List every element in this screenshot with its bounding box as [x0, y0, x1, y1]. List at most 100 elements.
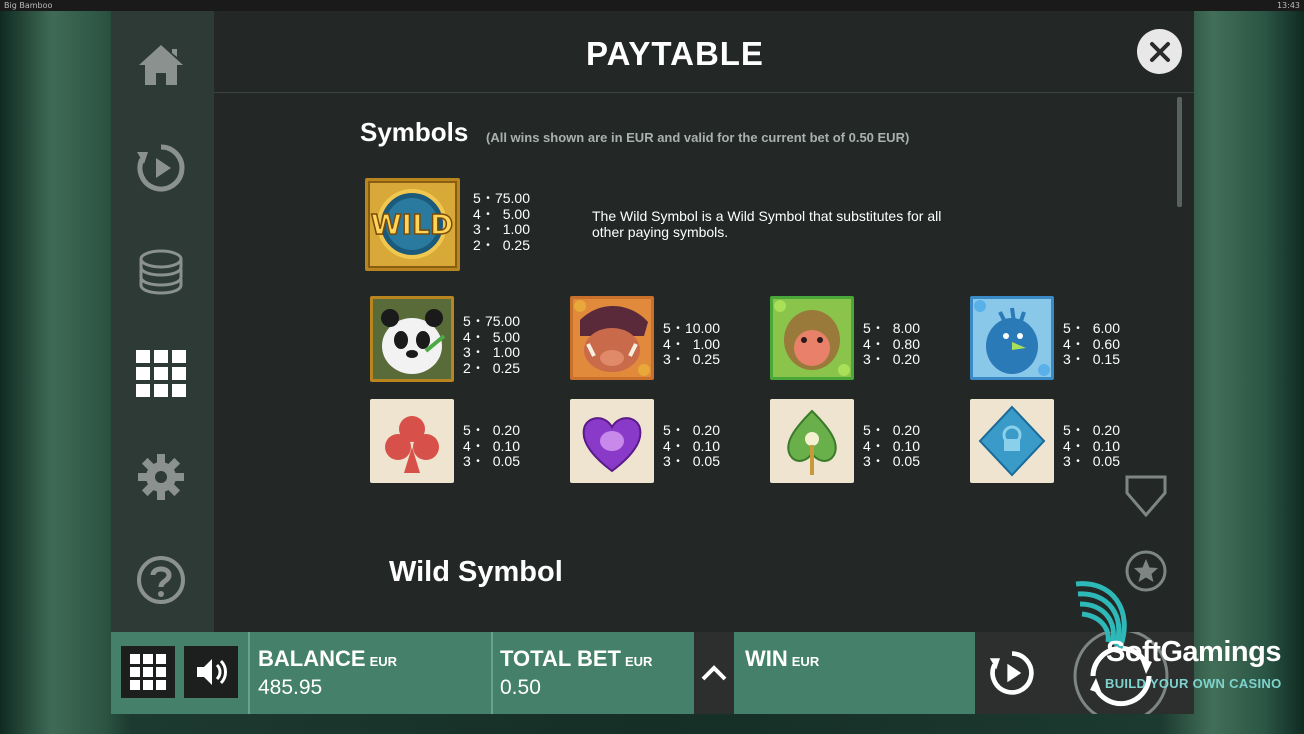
pay-value: 1.00 — [492, 344, 520, 361]
bet-increase-button[interactable] — [694, 632, 734, 714]
pay-value: 0.25 — [692, 351, 720, 368]
symbol-bird — [970, 296, 1054, 380]
pay-row: 4 • 5.00 — [463, 328, 520, 346]
autoplay-button[interactable] — [975, 632, 1048, 714]
sidebar-item-bet[interactable] — [133, 243, 189, 299]
balance-label: BALANCE — [258, 646, 366, 671]
sidebar — [111, 11, 214, 632]
pay-row: 4 • 0.10 — [863, 437, 920, 455]
total-bet-value: 0.50 — [500, 676, 541, 699]
pay-count: 5 — [1063, 422, 1071, 438]
bird-symbol-art — [970, 296, 1054, 380]
pay-bullet: • — [1076, 323, 1080, 334]
coins-icon — [139, 249, 183, 295]
diamond-symbol-art — [970, 399, 1054, 483]
pay-count: 3 — [1063, 453, 1071, 470]
pay-count: 4 — [463, 437, 471, 454]
total-bet-box[interactable]: TOTAL BET EUR 0.50 — [492, 632, 692, 714]
balance-value: 485.95 — [258, 676, 323, 699]
club-symbol-art — [370, 399, 454, 483]
close-button[interactable] — [1137, 29, 1182, 74]
pay-value: 0.20 — [492, 422, 520, 438]
window-title: Big Bamboo — [4, 1, 53, 10]
pay-count: 4 — [663, 437, 671, 454]
pay-row: 5 • 0.20 — [463, 422, 520, 439]
sidebar-item-help[interactable] — [133, 552, 189, 608]
help-icon — [137, 556, 185, 604]
sound-button[interactable] — [184, 646, 238, 698]
symbol-boar — [570, 296, 654, 380]
pay-bullet: • — [476, 362, 480, 374]
pay-count: 3 — [663, 453, 671, 470]
pay-value: 1.00 — [502, 221, 530, 238]
chevron-up-icon — [701, 665, 727, 681]
pay-value: 0.25 — [502, 236, 530, 253]
pay-row: 3 • 0.05 — [1063, 454, 1120, 470]
pay-bullet: • — [876, 354, 880, 366]
pay-row: 4 • 0.60 — [1063, 336, 1120, 353]
pay-row: 3 • 1.00 — [473, 222, 530, 238]
sidebar-item-autoplay[interactable] — [133, 140, 189, 196]
bottom-bar: BALANCE EUR 485.95 TOTAL BET EUR 0.50 WIN E… — [111, 628, 1194, 724]
pay-row: 4 • 0.80 — [863, 336, 920, 353]
symbol-panda — [370, 296, 454, 382]
pay-row: 5 • 75.00 — [473, 190, 530, 207]
pay-row: 4 • 0.10 — [663, 437, 720, 455]
pay-value: 10.00 — [684, 320, 720, 336]
pay-value: 0.05 — [892, 453, 920, 470]
wild-symbol-art: WILD — [365, 178, 460, 271]
pay-bullet: • — [876, 440, 880, 452]
paytable-bird: 5 • 6.00 4 • 0.60 3 • 0.15 — [1063, 320, 1120, 368]
sidebar-item-paytable[interactable] — [133, 345, 189, 401]
balance-box: BALANCE EUR 485.95 — [250, 632, 490, 714]
pay-row: 5 • 6.00 — [1063, 320, 1120, 337]
pay-count: 4 — [663, 335, 671, 352]
menu-button[interactable] — [121, 646, 175, 698]
pay-row: 3 • 1.00 — [463, 345, 520, 361]
pay-bullet: • — [676, 456, 680, 468]
pay-value: 75.00 — [484, 313, 520, 329]
paytable-heart: 5 • 0.20 4 • 0.10 3 • 0.05 — [663, 422, 720, 470]
pay-count: 4 — [863, 437, 871, 454]
pay-count: 3 — [1063, 351, 1071, 368]
pay-count: 4 — [463, 328, 471, 345]
pay-bullet: • — [876, 456, 880, 468]
pay-row: 3 • 0.15 — [1063, 352, 1120, 368]
paytable-scroll-down-button[interactable] — [1123, 473, 1169, 519]
symbol-diamond — [970, 399, 1054, 483]
pay-value: 0.25 — [492, 359, 520, 376]
pay-count: 5 — [1063, 320, 1071, 336]
pay-row: 3 • 0.05 — [463, 454, 520, 470]
pay-value: 0.15 — [1092, 351, 1120, 368]
symbol-wild: WILD — [365, 178, 460, 271]
pay-row: 2 • 0.25 — [473, 236, 530, 254]
pay-bullet: • — [486, 193, 490, 204]
pay-count: 5 — [663, 422, 671, 438]
pay-bullet: • — [1076, 354, 1080, 366]
pay-bullet: • — [676, 323, 680, 334]
sidebar-item-home[interactable] — [133, 37, 189, 93]
autoplay-icon — [989, 651, 1034, 695]
sidebar-item-settings[interactable] — [133, 449, 189, 505]
pay-count: 5 — [463, 422, 471, 438]
section-title-symbols: Symbols — [360, 117, 469, 147]
pay-count: 3 — [863, 351, 871, 368]
pay-count: 3 — [463, 344, 471, 361]
pay-count: 2 — [473, 236, 481, 253]
window-clock: 13:43 — [1276, 1, 1300, 10]
pay-bullet: • — [676, 440, 680, 452]
symbol-monkey — [770, 296, 854, 380]
section-note: (All wins shown are in EUR and valid for… — [486, 130, 910, 145]
pay-bullet: • — [476, 331, 480, 343]
paytable-panel: PAYTABLE Symbols (All wins shown are in … — [214, 11, 1194, 632]
scrollbar[interactable] — [1177, 97, 1182, 207]
pay-count: 3 — [863, 453, 871, 470]
win-unit: EUR — [791, 654, 820, 669]
pay-count: 5 — [463, 313, 471, 329]
pay-bullet: • — [676, 338, 680, 350]
symbol-club — [370, 399, 454, 483]
pay-count: 3 — [473, 221, 481, 238]
pay-count: 2 — [463, 359, 471, 376]
page-title: PAYTABLE — [586, 35, 764, 72]
pay-value: 5.00 — [502, 205, 530, 222]
